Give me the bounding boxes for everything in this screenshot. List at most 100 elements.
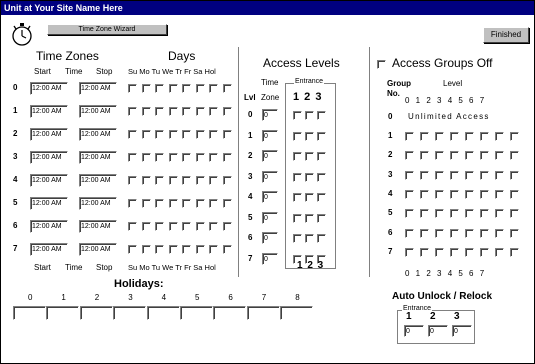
day-checkbox[interactable] <box>168 176 178 185</box>
day-checkbox[interactable] <box>141 107 151 116</box>
level-checkbox[interactable] <box>435 132 444 141</box>
time-zone-field[interactable]: 0 <box>262 232 278 244</box>
auto-unlock-field[interactable]: 0 <box>428 325 448 337</box>
day-checkbox[interactable] <box>168 84 178 93</box>
holiday-field[interactable] <box>146 306 180 320</box>
day-checkbox[interactable] <box>182 199 191 208</box>
level-checkbox[interactable] <box>510 228 519 238</box>
level-checkbox[interactable] <box>495 132 504 141</box>
entrance-checkbox[interactable] <box>293 111 302 120</box>
entrance-checkbox[interactable] <box>317 172 326 182</box>
level-checkbox[interactable] <box>405 132 414 141</box>
level-checkbox[interactable] <box>510 189 519 199</box>
entrance-checkbox[interactable] <box>305 131 314 141</box>
level-checkbox[interactable] <box>435 189 444 199</box>
start-time-field[interactable]: 12:00 AM <box>30 151 68 164</box>
day-checkbox[interactable] <box>182 245 191 254</box>
day-checkbox[interactable] <box>209 176 218 185</box>
day-checkbox[interactable] <box>182 222 191 231</box>
day-checkbox[interactable] <box>195 107 205 116</box>
level-checkbox[interactable] <box>435 247 444 257</box>
level-checkbox[interactable] <box>450 228 459 238</box>
day-checkbox[interactable] <box>222 199 232 208</box>
level-checkbox[interactable] <box>510 247 519 257</box>
stop-time-field[interactable]: 12:00 AM <box>79 197 117 210</box>
day-checkbox[interactable] <box>141 199 151 208</box>
day-checkbox[interactable] <box>155 222 164 231</box>
entrance-checkbox[interactable] <box>305 172 314 182</box>
day-checkbox[interactable] <box>182 107 191 116</box>
stop-time-field[interactable]: 12:00 AM <box>79 82 117 95</box>
level-checkbox[interactable] <box>450 151 459 161</box>
entrance-checkbox[interactable] <box>305 213 314 223</box>
holiday-field[interactable] <box>180 306 213 320</box>
day-checkbox[interactable] <box>155 245 164 254</box>
level-checkbox[interactable] <box>405 247 414 257</box>
day-checkbox[interactable] <box>128 199 137 208</box>
day-checkbox[interactable] <box>222 153 232 162</box>
day-checkbox[interactable] <box>182 153 191 162</box>
start-time-field[interactable]: 12:00 AM <box>30 82 68 95</box>
day-checkbox[interactable] <box>209 130 218 139</box>
day-checkbox[interactable] <box>128 153 137 162</box>
entrance-checkbox[interactable] <box>317 131 326 141</box>
level-checkbox[interactable] <box>405 170 414 180</box>
entrance-checkbox[interactable] <box>293 131 302 141</box>
day-checkbox[interactable] <box>222 84 232 93</box>
level-checkbox[interactable] <box>420 228 429 238</box>
day-checkbox[interactable] <box>141 222 151 231</box>
day-checkbox[interactable] <box>209 245 218 254</box>
day-checkbox[interactable] <box>168 222 178 231</box>
stop-time-field[interactable]: 12:00 AM <box>79 174 117 187</box>
day-checkbox[interactable] <box>209 199 218 208</box>
stop-time-field[interactable]: 12:00 AM <box>79 128 117 141</box>
level-checkbox[interactable] <box>510 151 519 161</box>
level-checkbox[interactable] <box>420 132 429 141</box>
day-checkbox[interactable] <box>168 199 178 208</box>
time-zone-wizard-button[interactable]: Time Zone Wizard <box>47 24 167 35</box>
day-checkbox[interactable] <box>141 153 151 162</box>
time-zone-field[interactable]: 0 <box>262 150 278 162</box>
level-checkbox[interactable] <box>465 209 474 219</box>
level-checkbox[interactable] <box>495 151 504 161</box>
entrance-checkbox[interactable] <box>305 152 314 161</box>
day-checkbox[interactable] <box>155 199 164 208</box>
entrance-checkbox[interactable] <box>317 193 326 202</box>
level-checkbox[interactable] <box>450 189 459 199</box>
day-checkbox[interactable] <box>222 130 232 139</box>
entrance-checkbox[interactable] <box>305 193 314 202</box>
day-checkbox[interactable] <box>222 222 232 231</box>
level-checkbox[interactable] <box>480 247 489 257</box>
level-checkbox[interactable] <box>465 228 474 238</box>
day-checkbox[interactable] <box>222 245 232 254</box>
day-checkbox[interactable] <box>141 176 151 185</box>
day-checkbox[interactable] <box>195 130 205 139</box>
level-checkbox[interactable] <box>435 209 444 219</box>
stop-time-field[interactable]: 12:00 AM <box>79 105 117 118</box>
entrance-checkbox[interactable] <box>293 152 302 161</box>
level-checkbox[interactable] <box>450 247 459 257</box>
start-time-field[interactable]: 12:00 AM <box>30 105 68 118</box>
holiday-field[interactable] <box>113 306 147 320</box>
day-checkbox[interactable] <box>195 222 205 231</box>
level-checkbox[interactable] <box>480 209 489 219</box>
level-checkbox[interactable] <box>450 132 459 141</box>
level-checkbox[interactable] <box>465 189 474 199</box>
level-checkbox[interactable] <box>495 189 504 199</box>
start-time-field[interactable]: 12:00 AM <box>30 174 68 187</box>
entrance-checkbox[interactable] <box>305 234 314 243</box>
level-checkbox[interactable] <box>420 189 429 199</box>
level-checkbox[interactable] <box>510 170 519 180</box>
day-checkbox[interactable] <box>141 130 151 139</box>
day-checkbox[interactable] <box>141 245 151 254</box>
start-time-field[interactable]: 12:00 AM <box>30 128 68 141</box>
day-checkbox[interactable] <box>195 176 205 185</box>
level-checkbox[interactable] <box>495 228 504 238</box>
day-checkbox[interactable] <box>209 107 218 116</box>
entrance-checkbox[interactable] <box>317 111 326 120</box>
entrance-checkbox[interactable] <box>293 172 302 182</box>
level-checkbox[interactable] <box>480 132 489 141</box>
day-checkbox[interactable] <box>222 107 232 116</box>
level-checkbox[interactable] <box>510 132 519 141</box>
level-checkbox[interactable] <box>465 132 474 141</box>
